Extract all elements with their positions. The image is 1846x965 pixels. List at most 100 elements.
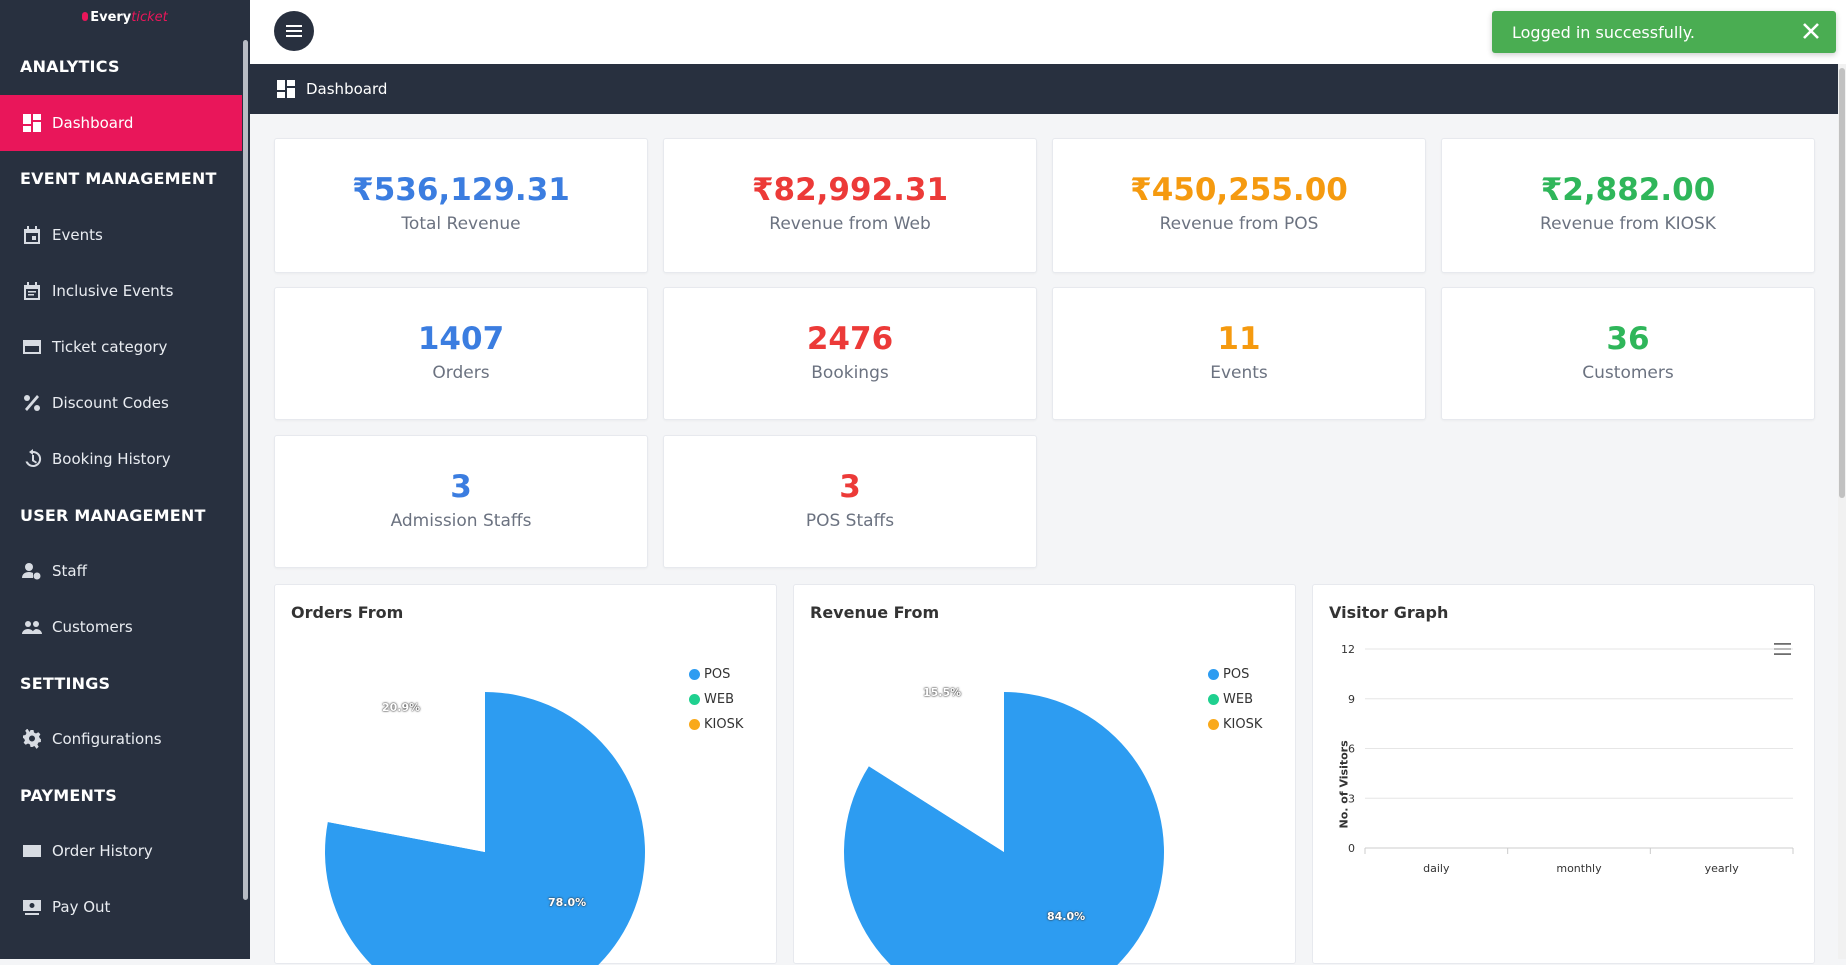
orders-pie-chart — [325, 692, 645, 965]
revenue-pie-chart — [844, 692, 1164, 965]
sidebar-item-ticket-category[interactable]: Ticket category — [0, 319, 242, 375]
stat-value: 3 — [839, 469, 861, 505]
stat-value: 2476 — [806, 321, 894, 357]
x-tick-label: daily — [1423, 862, 1450, 875]
sidebar-item-customers[interactable]: Customers — [0, 599, 242, 655]
legend-item-kiosk[interactable]: KIOSK — [1208, 712, 1262, 737]
pie-label-web: 15.5% — [923, 686, 962, 699]
stat-label: POS Staffs — [805, 511, 895, 531]
stat-card-pos-revenue: ₹450,255.00 Revenue from POS — [1052, 138, 1426, 273]
y-axis-title: No. of Visitors — [1337, 740, 1351, 829]
chart-legend: POS WEB KIOSK — [1208, 662, 1262, 737]
y-tick-label: 0 — [1348, 842, 1355, 855]
stat-card-total-revenue: ₹536,129.31 Total Revenue — [274, 138, 648, 273]
sidebar-item-label: Pay Out — [52, 898, 111, 916]
section-payments: PAYMENTS — [20, 786, 117, 805]
stat-label: Revenue from Web — [769, 214, 931, 234]
visitor-bar-chart: 036912daily monthly yearly — [1341, 645, 1794, 875]
section-user-management: USER MANAGEMENT — [20, 506, 206, 525]
sidebar-item-events[interactable]: Events — [0, 207, 242, 263]
sidebar-item-label: Customers — [52, 618, 133, 636]
sidebar-item-label: Configurations — [52, 730, 162, 748]
sidebar-item-order-history[interactable]: Order History — [0, 823, 242, 879]
stat-label: Admission Staffs — [390, 511, 532, 531]
hamburger-icon — [286, 25, 302, 37]
gear-icon — [22, 729, 42, 749]
x-tick-label: monthly — [1556, 862, 1602, 875]
stat-label: Revenue from POS — [1159, 214, 1319, 234]
section-settings: SETTINGS — [20, 674, 111, 693]
legend-item-pos[interactable]: POS — [689, 662, 743, 687]
sidebar-scrollbar[interactable] — [243, 40, 248, 900]
y-tick-label: 12 — [1341, 645, 1355, 656]
legend-item-pos[interactable]: POS — [1208, 662, 1262, 687]
scrollbar-thumb[interactable] — [1839, 68, 1845, 498]
chart-legend: POS WEB KIOSK — [689, 662, 743, 737]
orders-from-panel: Orders From 20.9% 78.0% POS WEB KIOSK — [274, 584, 777, 965]
logo-mark-icon — [82, 12, 89, 21]
sidebar-item-pay-out[interactable]: Pay Out — [0, 879, 242, 935]
stat-label: Orders — [432, 363, 490, 383]
stat-card-admission-staffs: 3 Admission Staffs — [274, 435, 648, 568]
sidebar-item-label: Dashboard — [52, 114, 134, 132]
section-event-management: EVENT MANAGEMENT — [20, 169, 217, 188]
legend-swatch — [1208, 669, 1219, 680]
legend-swatch — [689, 719, 700, 730]
stat-value: 36 — [1606, 321, 1650, 357]
stat-value: 3 — [450, 469, 472, 505]
legend-item-web[interactable]: WEB — [689, 687, 743, 712]
sidebar-item-label: Booking History — [52, 450, 171, 468]
sidebar-item-label: Discount Codes — [52, 394, 169, 412]
payout-icon — [22, 897, 42, 917]
chart-title: Revenue From — [810, 603, 940, 622]
chart-title: Visitor Graph — [1329, 603, 1449, 622]
chart-title: Orders From — [291, 603, 404, 622]
sidebar-item-label: Ticket category — [52, 338, 168, 356]
legend-swatch — [689, 669, 700, 680]
legend-item-kiosk[interactable]: KIOSK — [689, 712, 743, 737]
sidebar-item-label: Staff — [52, 562, 87, 580]
breadcrumb: Dashboard — [250, 64, 1838, 114]
stat-value: ₹450,255.00 — [1130, 172, 1348, 208]
sidebar-item-label: Inclusive Events — [52, 282, 174, 300]
pie-label-pos: 78.0% — [548, 896, 587, 909]
x-tick-label: yearly — [1705, 862, 1740, 875]
stat-card-pos-staffs: 3 POS Staffs — [663, 435, 1037, 568]
page-title: Dashboard — [306, 80, 388, 98]
stat-card-web-revenue: ₹82,992.31 Revenue from Web — [663, 138, 1037, 273]
close-icon[interactable] — [1800, 20, 1822, 42]
sidebar-item-booking-history[interactable]: Booking History — [0, 431, 242, 487]
stat-card-bookings: 2476 Bookings — [663, 287, 1037, 420]
sidebar-item-dashboard[interactable]: Dashboard — [0, 95, 242, 151]
history-icon — [22, 449, 42, 469]
app-logo[interactable]: Everyticket — [0, 10, 250, 25]
legend-swatch — [1208, 694, 1219, 705]
event-note-icon — [22, 281, 42, 301]
sidebar-item-label: Order History — [52, 842, 153, 860]
sidebar-item-label: Events — [52, 226, 103, 244]
revenue-from-panel: Revenue From 15.5% 84.0% POS WEB KIOSK — [793, 584, 1296, 965]
percent-icon — [22, 393, 42, 413]
dashboard-icon — [277, 80, 295, 98]
dashboard-icon — [22, 113, 42, 133]
sidebar-item-staff[interactable]: Staff — [0, 543, 242, 599]
sidebar-item-inclusive-events[interactable]: Inclusive Events — [0, 263, 242, 319]
stat-value: ₹2,882.00 — [1540, 172, 1716, 208]
pie-label-web: 20.9% — [382, 701, 421, 714]
sidebar: Everyticket ANALYTICS Dashboard EVENT MA… — [0, 0, 250, 959]
success-toast: Logged in successfully. — [1492, 11, 1836, 53]
page-scrollbar[interactable] — [1838, 64, 1846, 959]
legend-item-web[interactable]: WEB — [1208, 687, 1262, 712]
people-icon — [22, 617, 42, 637]
stat-label: Bookings — [811, 363, 889, 383]
legend-swatch — [689, 694, 700, 705]
stat-label: Revenue from KIOSK — [1540, 214, 1716, 234]
menu-toggle-button[interactable] — [274, 11, 314, 51]
sidebar-item-configurations[interactable]: Configurations — [0, 711, 242, 767]
section-analytics: ANALYTICS — [20, 57, 120, 76]
sidebar-item-discount-codes[interactable]: Discount Codes — [0, 375, 242, 431]
stat-label: Events — [1210, 363, 1268, 383]
stat-card-kiosk-revenue: ₹2,882.00 Revenue from KIOSK — [1441, 138, 1815, 273]
stat-card-events: 11 Events — [1052, 287, 1426, 420]
visitor-graph-panel: Visitor Graph 0 3 6 9 12 daily monthly yearly N… — [1312, 584, 1815, 964]
